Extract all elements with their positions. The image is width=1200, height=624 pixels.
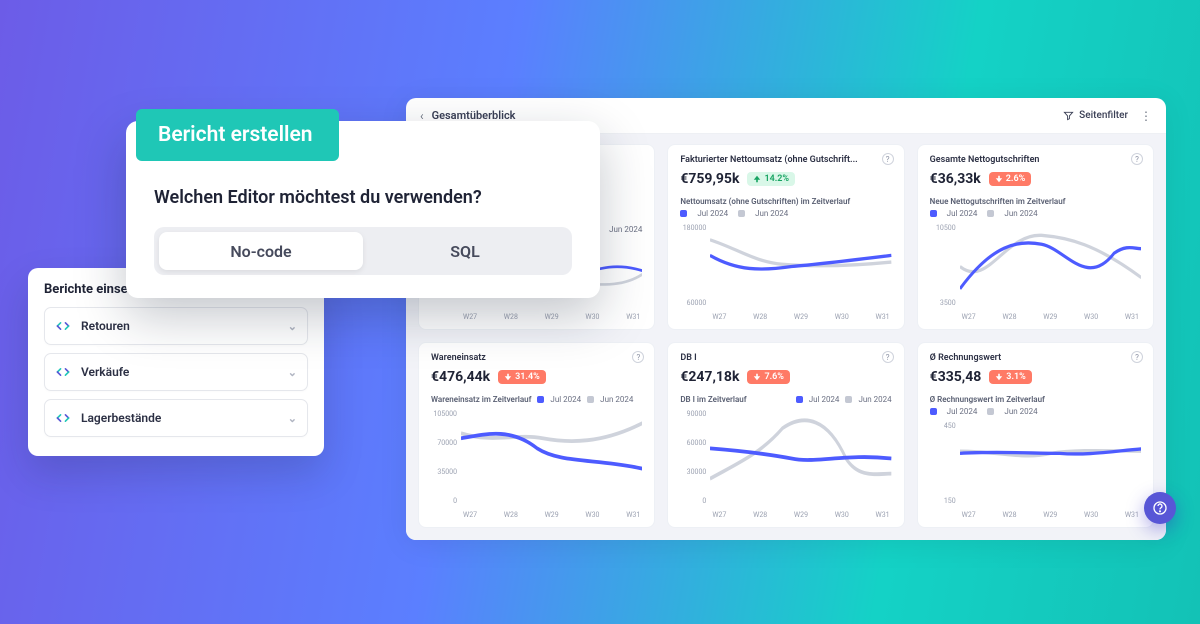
x-axis: W27W28W29W30W31 xyxy=(960,511,1141,519)
legend-label: Jun 2024 xyxy=(609,225,642,234)
delta-badge: 14.2% xyxy=(747,172,795,186)
arrow-up-icon xyxy=(753,175,761,183)
kpi-card-wareneinsatz[interactable]: ? Wareneinsatz €476,44k 31.4% Wareneinsa… xyxy=(418,342,655,528)
legend: Jul 2024 Jun 2024 xyxy=(930,209,1141,218)
card-title: Ø Rechnungswert xyxy=(930,353,1141,363)
delta-badge: 2.6% xyxy=(989,172,1031,186)
page-filter-label: Seitenfilter xyxy=(1079,110,1128,121)
report-item-verkaufe[interactable]: Verkäufe ⌄ xyxy=(44,353,308,391)
chart-subtitle: Neue Nettogutschriften im Zeitverlauf xyxy=(930,197,1141,206)
card-title: DB I xyxy=(680,353,891,363)
arrow-down-icon xyxy=(504,373,512,381)
y-axis: 105003500 xyxy=(930,222,960,321)
x-axis: W27W28W29W30W31 xyxy=(960,313,1141,321)
sparkline-chart xyxy=(710,222,891,311)
kpi-card-gutschriften[interactable]: ? Gesamte Nettogutschriften €36,33k 2.6%… xyxy=(917,144,1154,330)
arrow-down-icon xyxy=(995,373,1003,381)
card-value: €36,33k xyxy=(930,171,981,187)
create-report-dialog: Bericht erstellen Welchen Editor möchtes… xyxy=(126,121,600,298)
delta-badge: 31.4% xyxy=(498,370,546,384)
x-axis: W27W28W29W30W31 xyxy=(710,313,891,321)
y-axis: 9000060000300000 xyxy=(680,408,710,519)
card-value: €759,95k xyxy=(680,171,739,187)
page-filter-button[interactable]: Seitenfilter xyxy=(1063,110,1128,121)
help-icon[interactable]: ? xyxy=(632,351,644,363)
report-item-label: Lagerbestände xyxy=(81,411,161,425)
report-item-label: Retouren xyxy=(81,319,130,333)
logo-icon xyxy=(55,318,71,334)
y-axis: 18000060000 xyxy=(680,222,710,321)
delta-badge: 7.6% xyxy=(747,370,789,384)
help-icon[interactable]: ? xyxy=(882,351,894,363)
editor-option-sql[interactable]: SQL xyxy=(363,232,567,270)
chevron-down-icon: ⌄ xyxy=(288,366,297,379)
report-item-lager[interactable]: Lagerbestände ⌄ xyxy=(44,399,308,437)
chart-subtitle: DB I im Zeitverlauf xyxy=(680,395,746,404)
kpi-card-db1[interactable]: ? DB I €247,18k 7.6% DB I im Zeitverlauf… xyxy=(667,342,904,528)
reports-list: Retouren ⌄ Verkäufe ⌄ Lagerbestände ⌄ xyxy=(44,307,308,437)
kpi-card-rechnungswert[interactable]: ? Ø Rechnungswert €335,48 3.1% Ø Rechnun… xyxy=(917,342,1154,528)
chat-icon xyxy=(1152,500,1168,516)
legend: Jul 2024 Jun 2024 xyxy=(680,209,891,218)
editor-option-nocode[interactable]: No-code xyxy=(159,232,363,270)
card-title: Wareneinsatz xyxy=(431,353,642,363)
help-icon[interactable]: ? xyxy=(882,153,894,165)
x-axis: W27W28W29W30W31 xyxy=(710,511,891,519)
sparkline-chart xyxy=(960,222,1141,311)
sparkline-chart xyxy=(960,420,1141,509)
card-title: Fakturierter Nettoumsatz (ohne Gutschrif… xyxy=(680,155,891,165)
help-icon[interactable]: ? xyxy=(1131,351,1143,363)
y-axis: 10500070000350000 xyxy=(431,408,461,519)
arrow-down-icon xyxy=(995,175,1003,183)
y-axis: 450150 xyxy=(930,420,960,519)
sparkline-chart xyxy=(461,408,642,509)
logo-icon xyxy=(55,364,71,380)
x-axis: W27W28W29W30W31 xyxy=(461,511,642,519)
kpi-card-nettoumsatz[interactable]: ? Fakturierter Nettoumsatz (ohne Gutschr… xyxy=(667,144,904,330)
create-report-banner: Bericht erstellen xyxy=(136,109,339,161)
chart-subtitle: Ø Rechnungswert im Zeitverlauf xyxy=(930,395,1141,404)
sparkline-chart xyxy=(710,408,891,509)
card-value: €247,18k xyxy=(680,369,739,385)
arrow-down-icon xyxy=(753,373,761,381)
chevron-down-icon: ⌄ xyxy=(288,320,297,333)
legend: Jul 2024 Jun 2024 xyxy=(930,407,1141,416)
delta-badge: 3.1% xyxy=(989,370,1031,384)
help-fab[interactable] xyxy=(1144,492,1176,524)
card-value: €476,44k xyxy=(431,369,490,385)
filter-icon xyxy=(1063,110,1074,121)
chart-subtitle: Wareneinsatz im Zeitverlauf xyxy=(431,395,531,404)
x-axis: W27W28W29W30W31 xyxy=(461,313,642,321)
card-value: €335,48 xyxy=(930,369,982,385)
editor-toggle: No-code SQL xyxy=(154,227,572,275)
card-title: Gesamte Nettogutschriften xyxy=(930,155,1141,165)
report-item-retouren[interactable]: Retouren ⌄ xyxy=(44,307,308,345)
report-item-label: Verkäufe xyxy=(81,365,129,379)
help-icon[interactable]: ? xyxy=(1131,153,1143,165)
chart-subtitle: Nettoumsatz (ohne Gutschriften) im Zeitv… xyxy=(680,197,891,206)
chevron-down-icon: ⌄ xyxy=(288,412,297,425)
editor-question: Welchen Editor möchtest du verwenden? xyxy=(154,187,482,208)
more-icon[interactable]: ⋮ xyxy=(1140,109,1152,123)
logo-icon xyxy=(55,410,71,426)
